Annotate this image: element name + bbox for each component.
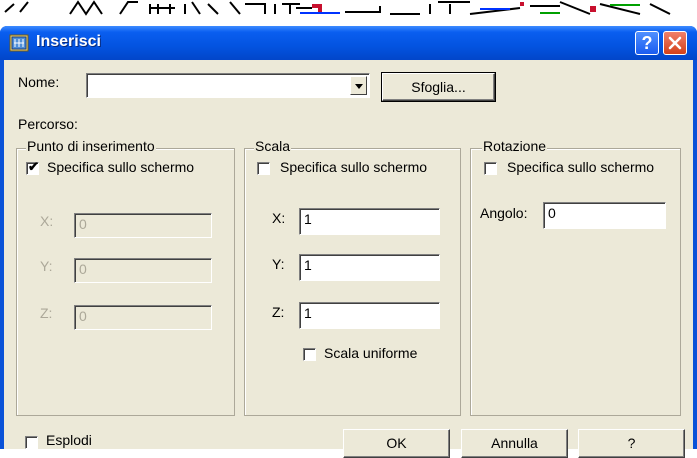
uniform-scale-label: Scala uniforme bbox=[324, 345, 418, 361]
rotation-title: Rotazione bbox=[482, 138, 548, 154]
scale-y-label: Y: bbox=[272, 256, 285, 272]
insertion-specify-label: Specifica sullo schermo bbox=[47, 159, 195, 175]
scale-x-input[interactable]: 1 bbox=[299, 208, 440, 235]
dialog-client-area: Nome: Sfoglia... Percorso: Punto di inse… bbox=[4, 60, 693, 458]
close-icon bbox=[668, 36, 682, 50]
window-title: Inserisci bbox=[36, 33, 101, 50]
scale-group bbox=[244, 148, 461, 416]
scale-z-label: Z: bbox=[272, 304, 285, 320]
name-combobox[interactable] bbox=[86, 73, 370, 98]
angle-input[interactable]: 0 bbox=[543, 202, 666, 229]
block-insert-icon bbox=[9, 34, 29, 52]
path-label: Percorso: bbox=[18, 116, 78, 132]
insertion-y-label: Y: bbox=[40, 258, 53, 274]
name-label: Nome: bbox=[18, 74, 60, 90]
title-close-button[interactable] bbox=[663, 31, 687, 55]
insert-dialog: Inserisci ? Nome: Sfoglia... Percorso: P… bbox=[0, 26, 697, 458]
insertion-x-input[interactable]: 0 bbox=[74, 213, 212, 238]
cancel-button[interactable]: Annulla bbox=[461, 429, 568, 458]
insertion-z-label: Z: bbox=[40, 305, 53, 321]
browse-button[interactable]: Sfoglia... bbox=[381, 72, 496, 102]
scale-z-input[interactable]: 1 bbox=[299, 302, 440, 329]
ok-button[interactable]: OK bbox=[343, 429, 450, 458]
title-bar[interactable]: Inserisci ? bbox=[0, 26, 697, 60]
scale-specify-label: Specifica sullo schermo bbox=[280, 159, 428, 175]
rotation-specify-checkbox[interactable] bbox=[484, 162, 497, 175]
scale-specify-checkbox[interactable] bbox=[257, 162, 270, 175]
help-button[interactable]: ? bbox=[578, 429, 685, 458]
insertion-specify-checkbox[interactable]: ✔ bbox=[26, 159, 39, 175]
scale-x-label: X: bbox=[272, 210, 286, 226]
explode-label: Esplodi bbox=[46, 432, 92, 448]
chevron-down-icon[interactable] bbox=[350, 76, 367, 95]
insertion-point-title: Punto di inserimento bbox=[26, 138, 156, 154]
scale-y-input[interactable]: 1 bbox=[299, 254, 440, 281]
rotation-specify-label: Specifica sullo schermo bbox=[507, 159, 655, 175]
title-help-button[interactable]: ? bbox=[635, 31, 659, 55]
angle-label: Angolo: bbox=[480, 205, 528, 221]
insertion-x-label: X: bbox=[40, 213, 54, 229]
check-icon: ✔ bbox=[28, 159, 39, 174]
insertion-y-input[interactable]: 0 bbox=[74, 258, 212, 283]
rotation-group bbox=[470, 148, 681, 416]
uniform-scale-checkbox[interactable] bbox=[303, 348, 316, 361]
explode-checkbox[interactable] bbox=[25, 436, 38, 449]
insertion-z-input[interactable]: 0 bbox=[74, 305, 212, 330]
scale-title: Scala bbox=[254, 138, 292, 154]
